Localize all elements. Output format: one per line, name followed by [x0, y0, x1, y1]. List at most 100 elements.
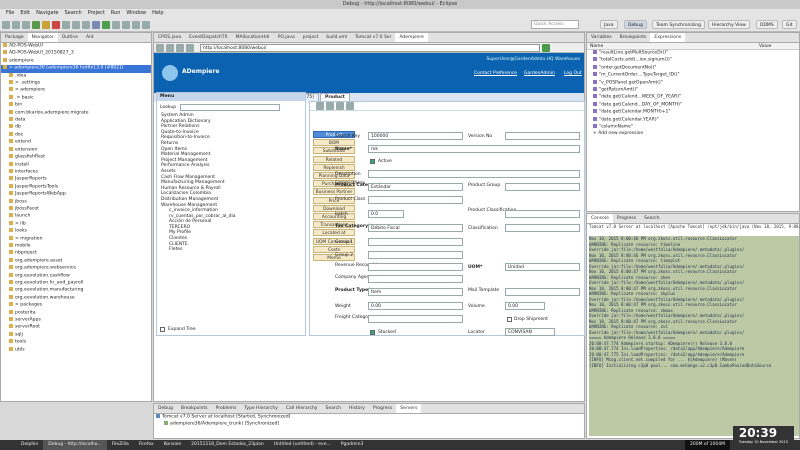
navigator-item[interactable]: looks	[1, 228, 151, 235]
taskbar-filezilla[interactable]: FileZilla	[107, 440, 134, 450]
tab-navigator[interactable]: Navigator	[27, 33, 58, 42]
new-icon[interactable]	[2, 20, 10, 29]
tab-type-hierarchy[interactable]: Type Hierarchy	[240, 404, 282, 413]
expand-tree-row[interactable]: Expand Tree	[160, 327, 196, 332]
perspective-team-synchronizing[interactable]: Team Synchronizing	[652, 20, 705, 29]
expression-row[interactable]: "totalCosts.add(...ion.signum())"	[587, 57, 799, 64]
product-side-tab[interactable]: Download	[313, 204, 355, 212]
navigator-item[interactable]: utils	[1, 346, 151, 354]
perspective-ddms[interactable]: DDMS	[756, 20, 778, 29]
step-over-icon[interactable]	[72, 20, 80, 29]
navigator-item[interactable]: JasperReportsWebApp	[1, 191, 151, 198]
user-link[interactable]: GardenAdmin	[524, 71, 555, 76]
menu-edit[interactable]: Edit	[20, 9, 30, 18]
navigator-item[interactable]: AD-POS-WebUI	[1, 43, 151, 50]
product-side-tab[interactable]: Accounting	[313, 213, 355, 220]
save-icon[interactable]	[12, 20, 20, 29]
tab-outline[interactable]: Outline	[58, 33, 82, 42]
console-log[interactable]: Nov 10, 2015 8:00:46 PM org.zkoss.util.r…	[589, 236, 799, 436]
quick-access-input[interactable]: Quick Access	[531, 20, 579, 29]
navigator-item[interactable]: bin	[1, 102, 151, 109]
navigator-item[interactable]: db	[1, 124, 151, 131]
taskbar-konsole[interactable]: Konsole	[159, 440, 186, 450]
navigator-item[interactable]: glassfishRest	[1, 154, 151, 161]
navigator-item[interactable]: > adempiere36 [adempiere36 hotfix13.0 [#…	[1, 65, 151, 73]
editor-tab-cpos[interactable]: CPOS.java	[154, 33, 185, 42]
product-classification-select[interactable]	[505, 210, 580, 218]
server-module-row[interactable]: adempiere36/Adempiere_trunk) [Synchroniz…	[154, 421, 584, 428]
new-java-class-icon[interactable]	[122, 20, 130, 29]
menu-navigate[interactable]: Navigate	[36, 9, 58, 18]
classification-select[interactable]	[505, 224, 580, 232]
debug-icon[interactable]	[92, 20, 100, 29]
company-agent-select[interactable]	[368, 275, 463, 283]
taskbar-pgadmin[interactable]: Pgadmin3	[336, 440, 369, 450]
navigator-item[interactable]: > adempiere	[1, 87, 151, 94]
navigator-item[interactable]: data	[1, 117, 151, 124]
mail-template-select[interactable]	[505, 288, 580, 296]
product-side-tab[interactable]: Business Partner	[313, 188, 355, 196]
navigator-item[interactable]: mobile	[1, 242, 151, 250]
tab-expressions[interactable]: Expressions	[650, 33, 686, 42]
navigator-item[interactable]: JasperReportsTools	[1, 183, 151, 191]
navigator-item[interactable]: sqlj	[1, 331, 151, 339]
step-into-icon[interactable]	[62, 20, 70, 29]
drop-shipment-checkbox[interactable]	[507, 317, 512, 322]
expression-row[interactable]: "m_CurrentOrder....TypeTarget_ID()"	[587, 72, 799, 79]
suspend-icon[interactable]	[42, 20, 50, 29]
product-type-select[interactable]: Item	[368, 288, 463, 296]
perspective-debug[interactable]: Debug	[624, 20, 647, 29]
revenue-recognition-select[interactable]	[368, 263, 463, 271]
tab-console[interactable]: Console	[587, 214, 613, 223]
locator-input[interactable]: CONVISAN	[505, 328, 555, 336]
taskbar-spreadsheet[interactable]: 20151118_Dem Estados_23plan	[186, 440, 269, 450]
tab-breakpoints-right[interactable]: Breakpoints	[616, 33, 651, 42]
navigator-item[interactable]: serverApps	[1, 317, 151, 324]
tab-search-right[interactable]: Search	[640, 214, 663, 223]
menu-search[interactable]: Search	[65, 9, 82, 18]
tab-progress-right[interactable]: Progress	[613, 214, 640, 223]
menu-help[interactable]: Help	[152, 9, 163, 18]
name-input[interactable]: mk	[368, 145, 580, 153]
freight-category-select[interactable]	[368, 315, 463, 323]
tab-history[interactable]: History	[345, 404, 369, 413]
taskbar-dolphin[interactable]: Dolphin	[16, 440, 43, 450]
go-icon[interactable]	[542, 43, 550, 52]
navigator-item[interactable]: org.eevolution.hr_and_payroll	[1, 280, 151, 287]
product-side-tab[interactable]: Costs	[313, 245, 355, 253]
taskbar-untitled[interactable]: Untitled (untitled) - eve...	[269, 440, 336, 450]
tab-problems[interactable]: Problems	[212, 404, 241, 413]
expression-row[interactable]: "resultLine.getMultSourceDr()"	[587, 50, 799, 57]
group1-select[interactable]	[368, 238, 463, 246]
expression-row[interactable]: "date.get(Calendar.YEAR)"	[587, 116, 799, 124]
tab-debug[interactable]: Debug	[154, 404, 177, 413]
tab-variables[interactable]: Variables	[587, 33, 616, 42]
navigator-item[interactable]: > packages	[1, 302, 151, 309]
navigator-item[interactable]: org.eevolution.cashflow	[1, 272, 151, 280]
navigator-item[interactable]: launch	[1, 213, 151, 220]
uom-select[interactable]: Unidad	[505, 263, 580, 271]
navigator-item[interactable]: jboss	[1, 198, 151, 206]
expression-row[interactable]: "date.get(Calend...DAY_OF_MONTH)"	[587, 101, 799, 109]
navigator-item[interactable]: > .settings	[1, 80, 151, 87]
find-record-icon[interactable]	[346, 102, 354, 110]
editor-tab-build[interactable]: build.xml	[322, 33, 351, 42]
expression-row[interactable]: "getReturnAmt()"	[587, 87, 799, 94]
group2-select[interactable]	[368, 251, 463, 259]
taskbar-debug[interactable]: Debug - http://localho...	[43, 440, 107, 450]
menu-file[interactable]: File	[6, 9, 14, 18]
product-class-select[interactable]	[368, 196, 463, 204]
expand-tree-checkbox[interactable]	[160, 327, 165, 332]
editor-tab-mallocation[interactable]: MAllocationHdr	[232, 33, 274, 42]
editor-tab-eventdispatch[interactable]: EventDispatchTX	[185, 33, 232, 42]
navigator-item[interactable]: extension	[1, 146, 151, 154]
tab-servers[interactable]: Servers	[396, 404, 422, 413]
terminate-icon[interactable]	[52, 20, 60, 29]
navigator-item[interactable]: com.bkarlos.adempiere.migrate	[1, 109, 151, 117]
taskbar-firefox[interactable]: Firefox	[134, 440, 159, 450]
print-icon[interactable]	[22, 20, 30, 29]
product-side-tab[interactable]: Related	[313, 155, 355, 163]
tax-category-select[interactable]: Débito Fiscal	[368, 224, 463, 232]
navigator-item[interactable]: serverRoot	[1, 324, 151, 331]
tab-package-explorer[interactable]: Package	[1, 33, 28, 42]
